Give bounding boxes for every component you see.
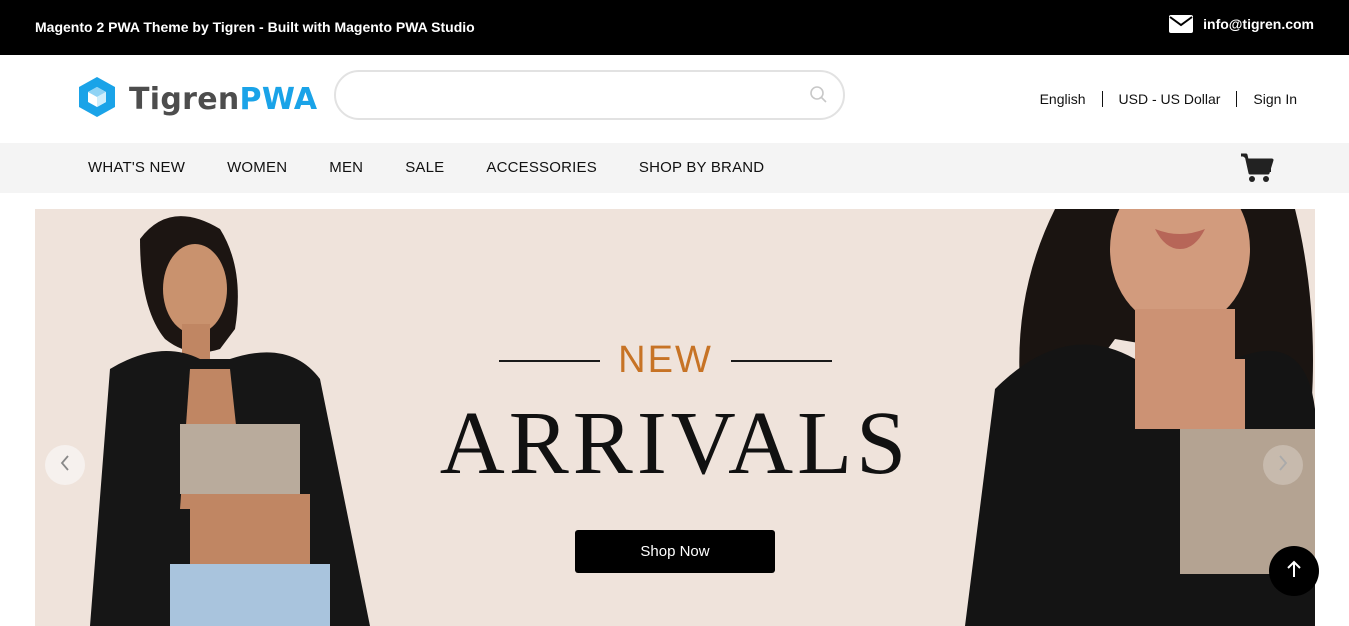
nav-item-women[interactable]: WOMEN <box>227 159 287 176</box>
logo-text: TigrenPWA <box>129 82 317 117</box>
chevron-left-icon <box>59 454 71 477</box>
cart-icon[interactable] <box>1240 153 1274 188</box>
nav-item-men[interactable]: MEN <box>329 159 363 176</box>
language-switcher[interactable]: English <box>1024 91 1102 107</box>
decorative-line <box>499 359 601 362</box>
carousel-next-button[interactable] <box>1263 445 1303 485</box>
sign-in-link[interactable]: Sign In <box>1237 91 1297 107</box>
nav-menu: WHAT'S NEW WOMEN MEN SALE ACCESSORIES SH… <box>88 159 806 176</box>
hero-banner[interactable]: NEW ARRIVALS Shop Now <box>35 209 1315 626</box>
scroll-to-top-button[interactable] <box>1269 546 1319 596</box>
new-heading: NEW <box>497 339 834 382</box>
currency-switcher[interactable]: USD - US Dollar <box>1103 91 1237 107</box>
nav-item-whats-new[interactable]: WHAT'S NEW <box>88 159 185 176</box>
decorative-line <box>730 359 832 362</box>
header-account-links: English USD - US Dollar Sign In <box>1024 91 1297 107</box>
main-navigation: WHAT'S NEW WOMEN MEN SALE ACCESSORIES SH… <box>0 143 1349 193</box>
logo-text-part1: Tigren <box>129 82 240 117</box>
new-label: NEW <box>618 339 713 381</box>
search-input[interactable] <box>356 84 796 108</box>
arrivals-heading: ARRIVALS <box>439 394 911 493</box>
site-header: TigrenPWA English USD - US Dollar Sign I… <box>0 55 1349 143</box>
contact-email-text[interactable]: info@tigren.com <box>1203 16 1314 32</box>
carousel-prev-button[interactable] <box>45 445 85 485</box>
promo-text: Magento 2 PWA Theme by Tigren - Built wi… <box>35 19 475 35</box>
cube-icon <box>77 75 117 124</box>
shop-now-button[interactable]: Shop Now <box>575 530 775 573</box>
logo-text-part2: PWA <box>239 82 318 117</box>
nav-item-accessories[interactable]: ACCESSORIES <box>486 159 597 176</box>
nav-item-shop-by-brand[interactable]: SHOP BY BRAND <box>639 159 764 176</box>
search-box[interactable] <box>334 70 845 120</box>
search-icon[interactable] <box>809 85 829 110</box>
envelope-icon <box>1169 15 1194 33</box>
arrow-up-icon <box>1285 559 1303 584</box>
top-announcement-bar: Magento 2 PWA Theme by Tigren - Built wi… <box>0 0 1349 55</box>
chevron-right-icon <box>1277 454 1289 477</box>
site-logo[interactable]: TigrenPWA <box>77 75 317 124</box>
nav-item-sale[interactable]: SALE <box>405 159 444 176</box>
contact-email-link[interactable]: info@tigren.com <box>1169 15 1314 33</box>
